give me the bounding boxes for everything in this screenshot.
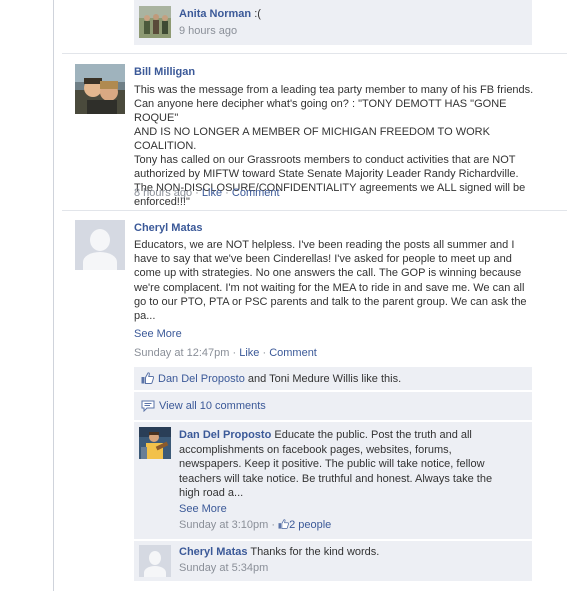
post-line: Tony has called on our Grassroots member… (134, 154, 516, 166)
post-line: pa... (134, 310, 156, 323)
comment-link[interactable]: Comment (269, 347, 317, 359)
comment-like-count-link[interactable]: 2 people (289, 519, 331, 531)
comment-text: Thanks for the kind words. (250, 546, 380, 558)
comment-line: newspapers. Keep it positive. The public… (179, 458, 485, 470)
thumbs-up-small-icon (278, 519, 290, 532)
comment-line: high road a... (179, 487, 244, 499)
comment-body: Dan Del Proposto Educate the public. Pos… (179, 428, 509, 501)
meta-separator: · (225, 187, 229, 199)
like-link[interactable]: Like (239, 347, 259, 359)
comment-line: accomplishments on facebook pages, websi… (179, 443, 452, 456)
comment-meta: Sunday at 3:10pm · 2 people (179, 519, 331, 532)
avatar[interactable] (139, 427, 171, 459)
likes-rest-text: and Toni Medure Willis like this. (244, 373, 402, 385)
comment-body: Cheryl Matas Thanks for the kind words. (179, 545, 379, 560)
avatar-body-shape (83, 252, 117, 270)
meta-separator: · (271, 519, 276, 531)
comment-author[interactable]: Cheryl Matas (179, 546, 247, 558)
comment-text: :( (254, 8, 261, 20)
post-line: Can anyone here decipher what's going on… (134, 98, 507, 124)
post-separator (62, 210, 567, 211)
avatar[interactable] (139, 545, 171, 577)
likes-summary: Dan Del Proposto and Toni Medure Willis … (158, 373, 401, 385)
liker-name-link[interactable]: Dan Del Proposto (158, 373, 245, 385)
comment-author[interactable]: Dan Del Proposto (179, 429, 271, 441)
avatar-head-shape (90, 229, 110, 251)
meta-separator: · (262, 347, 267, 359)
comment-link[interactable]: Comment (232, 187, 280, 199)
avatar[interactable] (75, 64, 125, 114)
see-more-link[interactable]: See More (179, 503, 227, 515)
post-line: This was the message from a leading tea … (134, 84, 534, 96)
view-all-comments-row[interactable]: View all 10 comments (134, 392, 532, 420)
post-line: Educators, we are NOT helpless. I've bee… (134, 239, 515, 251)
likes-row: Dan Del Proposto and Toni Medure Willis … (134, 367, 532, 390)
avatar-photo-image (75, 64, 125, 114)
post-separator (62, 53, 567, 54)
avatar-photo-image (139, 6, 171, 38)
comment-line: teachers will take notice. Be truthful a… (179, 472, 493, 485)
view-all-comments-link[interactable]: View all 10 comments (159, 400, 266, 412)
avatar[interactable] (139, 6, 171, 38)
post-line: go to our PTO, PTA or PSC parents and ta… (134, 295, 527, 308)
avatar-body-shape (144, 566, 166, 577)
comment-author[interactable]: Anita Norman (179, 8, 251, 20)
comment-timestamp[interactable]: Sunday at 3:10pm (179, 519, 268, 531)
avatar-head-shape (149, 551, 161, 565)
comment-timestamp[interactable]: Sunday at 5:34pm (179, 562, 268, 574)
post-meta: 8 hours ago · Like · Comment (134, 187, 280, 199)
comment-box: Dan Del Proposto Educate the public. Pos… (134, 422, 532, 539)
comment-box-top: Anita Norman :( 9 hours ago (134, 0, 532, 45)
avatar-photo-image (139, 427, 171, 459)
meta-separator: · (232, 347, 237, 359)
post-meta: Sunday at 12:47pm · Like · Comment (134, 347, 317, 359)
left-divider-line (53, 0, 54, 591)
post-line: AND IS NO LONGER A MEMBER OF MICHIGAN FR… (134, 126, 490, 152)
comment-timestamp: 9 hours ago (179, 25, 238, 37)
post-line: authorized by MIFTW toward State Senate … (134, 168, 519, 180)
comment-box: Cheryl Matas Thanks for the kind words. … (134, 541, 532, 581)
comment-bubble-icon (141, 400, 155, 415)
thumbs-up-icon (141, 372, 155, 387)
post-author[interactable]: Bill Milligan (134, 66, 195, 78)
post-line: we're complacent. I'm not waiting for th… (134, 281, 525, 294)
comment-line: Dan Del Proposto Educate the public. Pos… (179, 428, 509, 443)
like-link[interactable]: Like (202, 187, 222, 199)
post-line: have to say that we've been Cinderellas!… (134, 253, 512, 266)
meta-separator: · (195, 187, 199, 199)
post-timestamp[interactable]: Sunday at 12:47pm (134, 347, 229, 359)
comment-line-text: Educate the public. Post the truth and a… (274, 429, 472, 441)
post-line: come up with strategies. No one answers … (134, 267, 522, 280)
post-body: Educators, we are NOT helpless. I've bee… (134, 238, 534, 323)
avatar[interactable] (75, 220, 125, 270)
post-author[interactable]: Cheryl Matas (134, 222, 202, 234)
post-timestamp[interactable]: 8 hours ago (134, 187, 192, 199)
see-more-link[interactable]: See More (134, 328, 182, 340)
